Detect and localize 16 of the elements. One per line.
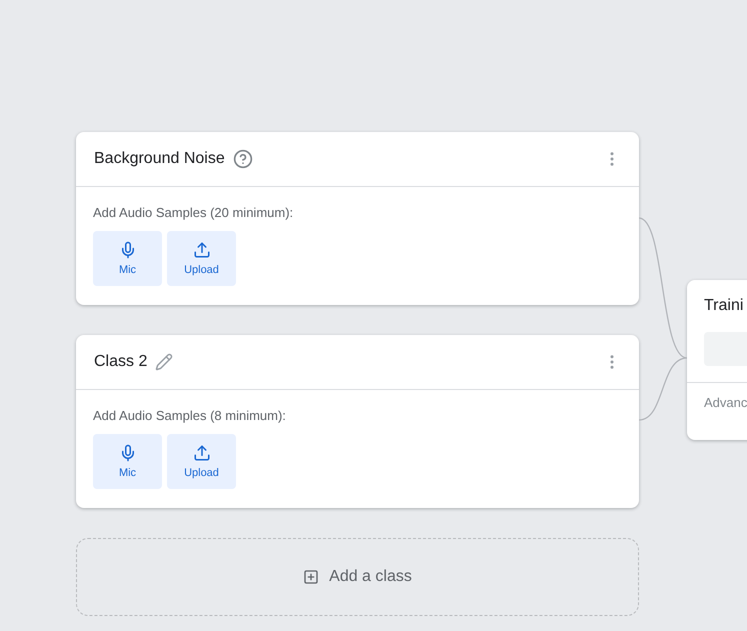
training-title: Traini (703, 296, 744, 315)
pencil-icon[interactable] (155, 353, 174, 371)
upload-button[interactable]: Upload (167, 434, 236, 489)
help-icon[interactable] (232, 149, 253, 169)
upload-icon (192, 444, 210, 462)
add-class-button[interactable]: Add a class (76, 538, 639, 616)
mic-button[interactable]: Mic (93, 434, 162, 489)
upload-icon (192, 241, 210, 259)
samples-label: Add Audio Samples (8 minimum): (93, 408, 287, 423)
advanced-label[interactable]: Advanc (687, 382, 747, 410)
upload-button[interactable]: Upload (167, 231, 236, 286)
mic-button[interactable]: Mic (93, 231, 162, 286)
class-title: Background Noise (94, 150, 225, 168)
class-title: Class 2 (94, 353, 148, 371)
plus-square-icon (303, 569, 320, 585)
samples-label: Add Audio Samples (20 minimum): (93, 205, 294, 220)
